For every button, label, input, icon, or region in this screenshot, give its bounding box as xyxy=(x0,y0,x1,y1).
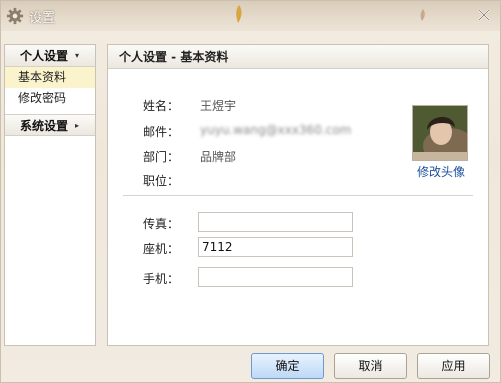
name-value: 王煜宇 xyxy=(200,99,237,113)
leaf-decoration xyxy=(236,5,242,23)
apply-button[interactable]: 应用 xyxy=(417,353,490,379)
gear-icon xyxy=(6,7,24,25)
sidebar: 个人设置 ▾ 基本资料 修改密码 系统设置 ▸ xyxy=(4,44,96,346)
section-divider xyxy=(123,195,473,196)
landline-label: 座机： xyxy=(143,242,180,256)
close-button[interactable] xyxy=(474,5,494,25)
chevron-right-icon: ▸ xyxy=(75,121,80,130)
email-value: yuyu.wang@xxx360.com xyxy=(200,123,352,137)
window-title: 设置 xyxy=(29,11,56,26)
position-label: 职位： xyxy=(143,174,180,188)
email-label: 邮件： xyxy=(143,125,180,139)
fax-field[interactable] xyxy=(198,212,353,232)
chevron-down-icon: ▾ xyxy=(75,51,80,60)
ok-button[interactable]: 确定 xyxy=(251,353,324,379)
sidebar-group-personal[interactable]: 个人设置 ▾ xyxy=(5,45,95,67)
sidebar-group-system[interactable]: 系统设置 ▸ xyxy=(5,114,95,136)
title-bar[interactable]: 设置 xyxy=(1,1,500,31)
department-label: 部门： xyxy=(143,150,180,164)
mobile-field[interactable] xyxy=(198,267,353,287)
cancel-button[interactable]: 取消 xyxy=(334,353,407,379)
landline-field[interactable] xyxy=(198,237,353,257)
sidebar-group-label: 系统设置 xyxy=(20,119,69,133)
sidebar-item-basic-info[interactable]: 基本资料 xyxy=(5,67,95,88)
leaf-decoration xyxy=(420,9,425,21)
user-photo xyxy=(413,106,467,160)
fax-label: 传真： xyxy=(143,217,180,231)
change-avatar-link[interactable]: 修改头像 xyxy=(417,163,465,180)
avatar[interactable] xyxy=(412,105,468,161)
main-panel: 个人设置 - 基本资料 姓名： 王煜宇 邮件： yuyu.wang@xxx360… xyxy=(107,44,489,346)
name-label: 姓名： xyxy=(143,99,180,113)
sidebar-item-change-password[interactable]: 修改密码 xyxy=(5,88,95,109)
department-value: 品牌部 xyxy=(200,150,237,164)
mobile-label: 手机： xyxy=(143,272,180,286)
sidebar-group-label: 个人设置 xyxy=(20,49,69,63)
settings-window: 设置 个人设置 ▾ 基本资料 修改密码 系统设置 ▸ 个人设置 - 基本资料 姓… xyxy=(0,0,501,383)
close-icon xyxy=(478,9,490,21)
panel-title: 个人设置 - 基本资料 xyxy=(108,45,488,69)
